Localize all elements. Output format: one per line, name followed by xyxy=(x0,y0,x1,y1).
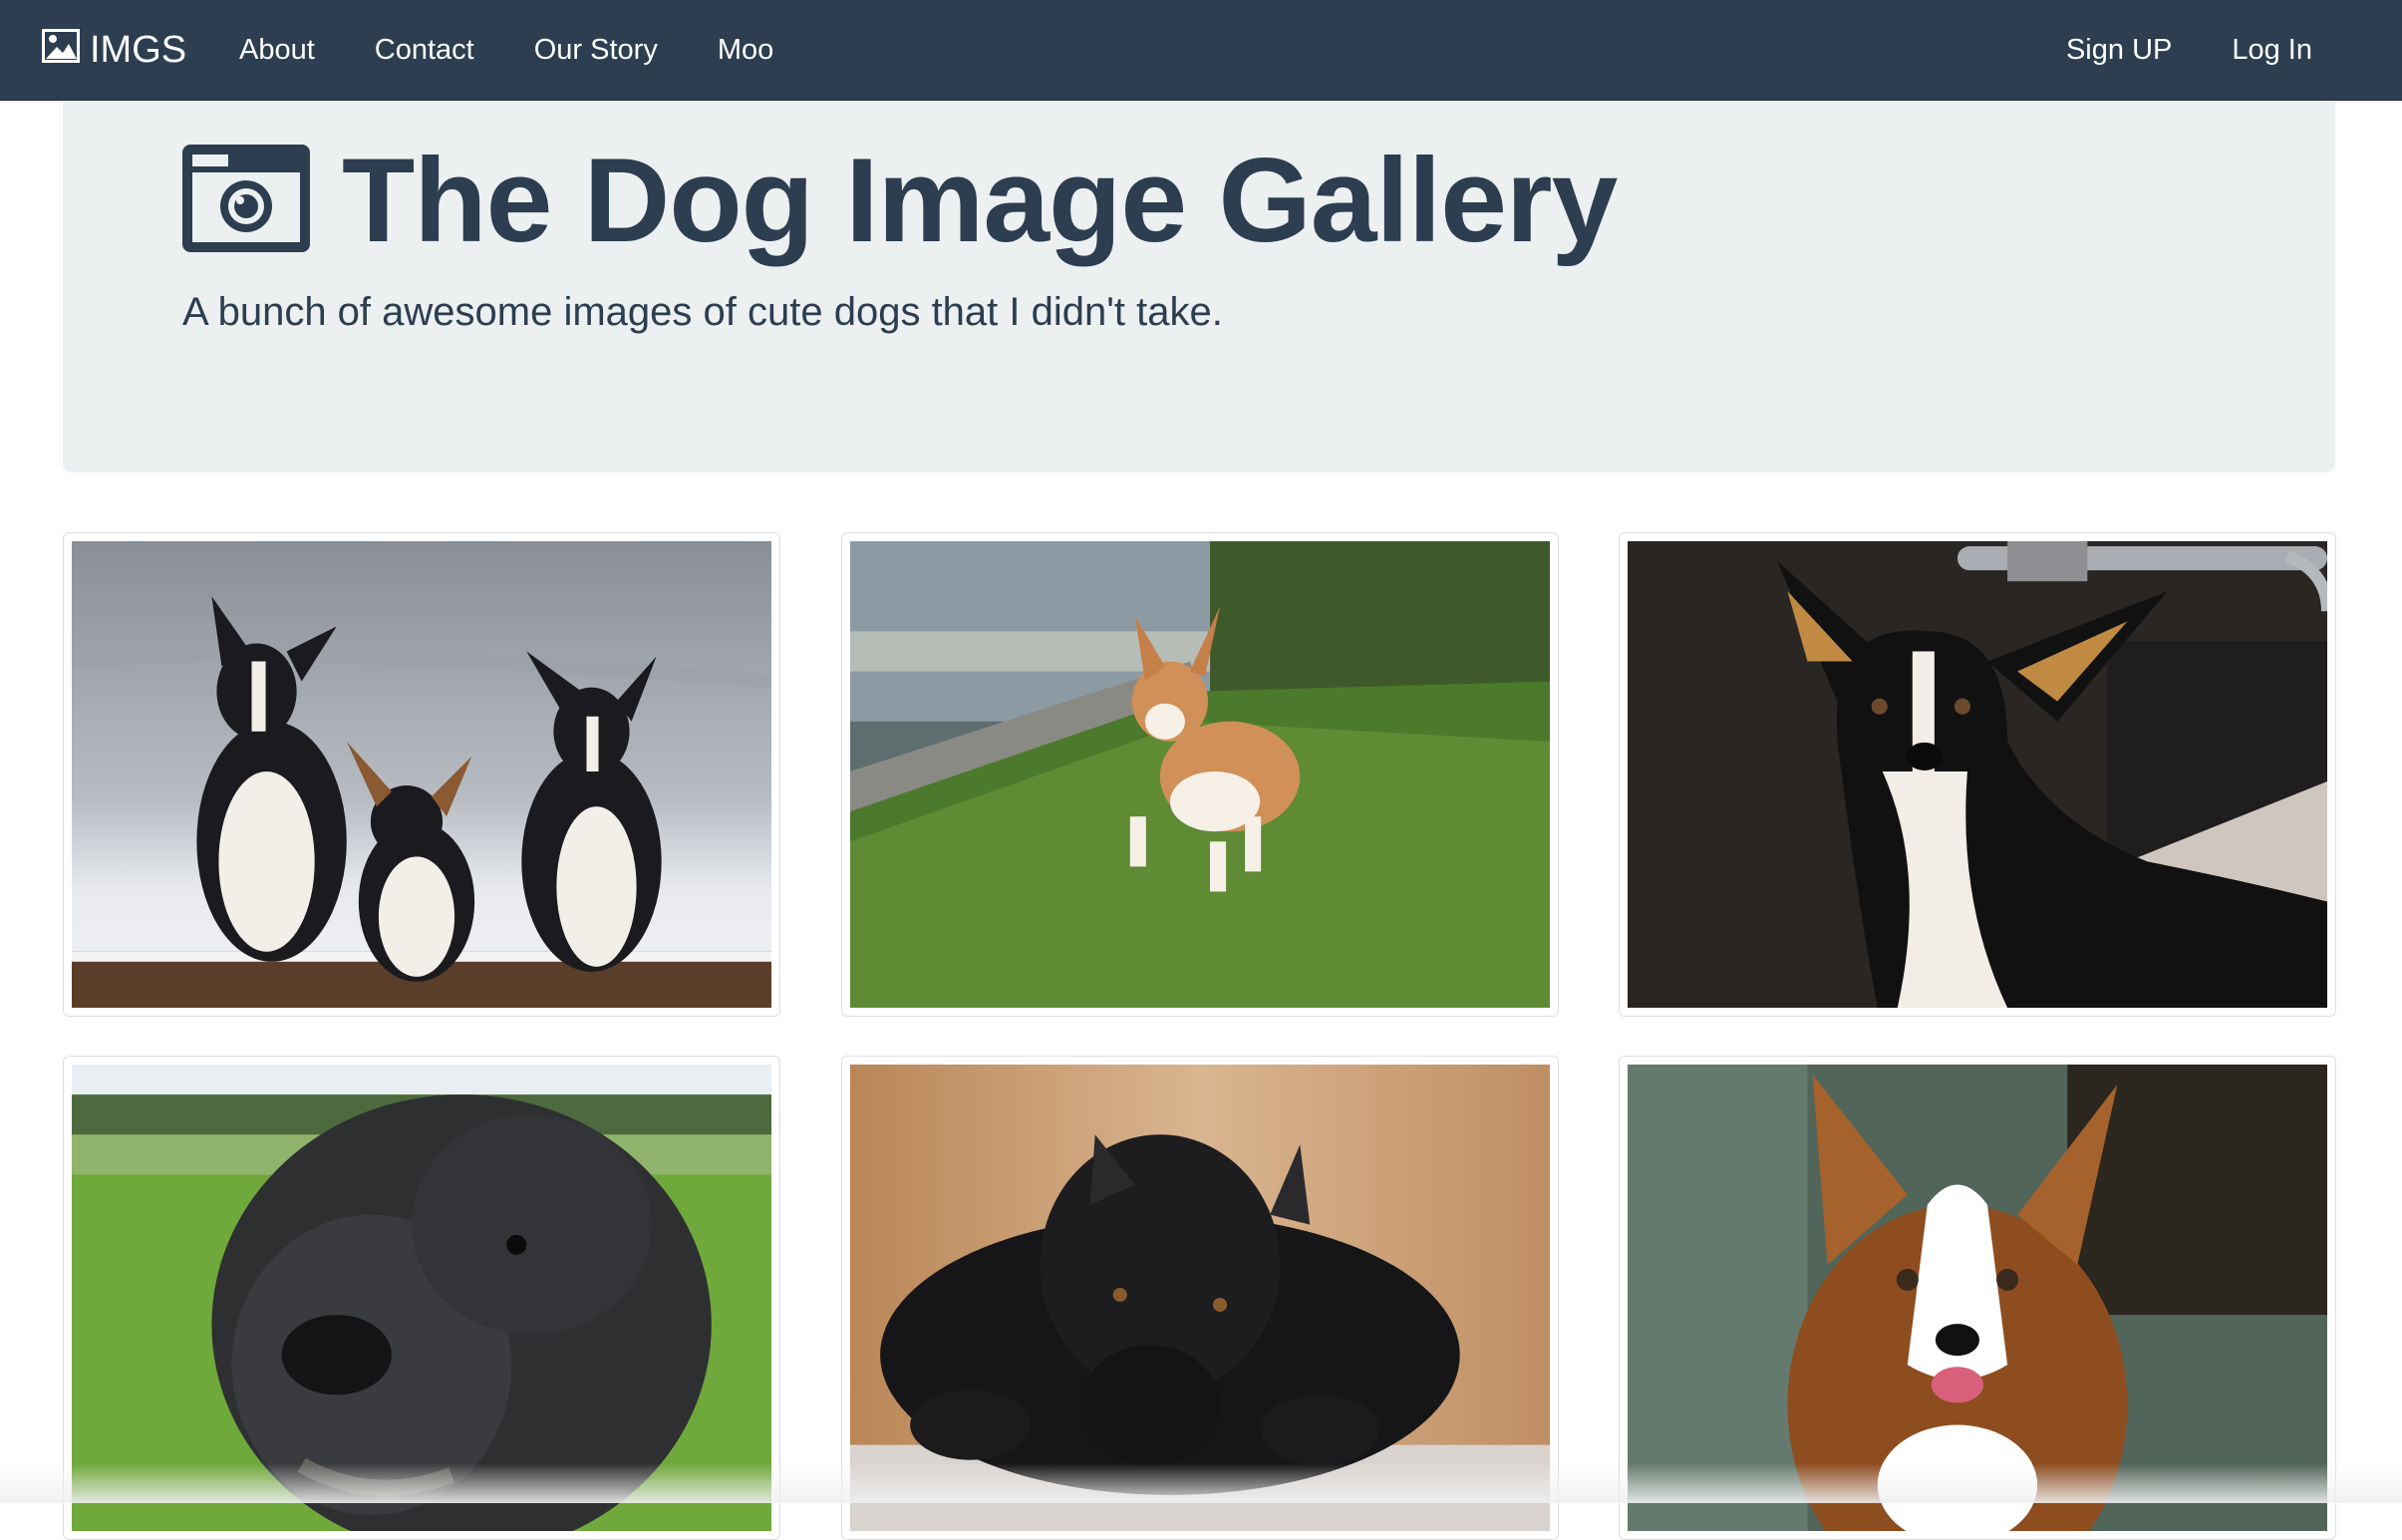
camera-icon xyxy=(182,144,342,257)
dog-photo xyxy=(72,541,771,1008)
dog-photo xyxy=(1628,541,2327,1008)
title-text: The Dog Image Gallery xyxy=(342,134,1618,267)
gallery-thumbnail[interactable] xyxy=(63,532,780,1017)
brand-label: IMGS xyxy=(90,29,187,71)
nav-our-story[interactable]: Our Story xyxy=(504,0,688,101)
page-title: The Dog Image Gallery xyxy=(182,134,1618,267)
dog-photo xyxy=(850,541,1550,1008)
page-fade xyxy=(0,1463,2402,1503)
nav-moo[interactable]: Moo xyxy=(688,0,803,101)
gallery-thumbnail[interactable] xyxy=(1619,532,2336,1017)
jumbotron: The Dog Image Gallery A bunch of awesome… xyxy=(63,101,2335,472)
brand-link[interactable]: IMGS xyxy=(42,0,186,101)
gallery-thumbnail[interactable] xyxy=(841,532,1559,1017)
nav-log-in[interactable]: Log In xyxy=(2202,0,2342,101)
image-icon xyxy=(42,28,90,73)
nav-sign-up[interactable]: Sign UP xyxy=(2036,0,2202,101)
nav-right: Sign UP Log In xyxy=(2036,0,2342,101)
nav-contact[interactable]: Contact xyxy=(345,0,504,101)
dog-photo xyxy=(850,1065,1550,1531)
top-navbar: IMGS About Contact Our Story Moo Sign UP… xyxy=(0,0,2402,101)
dog-photo xyxy=(72,1065,771,1531)
subtitle: A bunch of awesome images of cute dogs t… xyxy=(182,290,1223,334)
nav-left: About Contact Our Story Moo xyxy=(209,0,803,101)
dog-photo xyxy=(1628,1065,2327,1531)
nav-about[interactable]: About xyxy=(209,0,345,101)
